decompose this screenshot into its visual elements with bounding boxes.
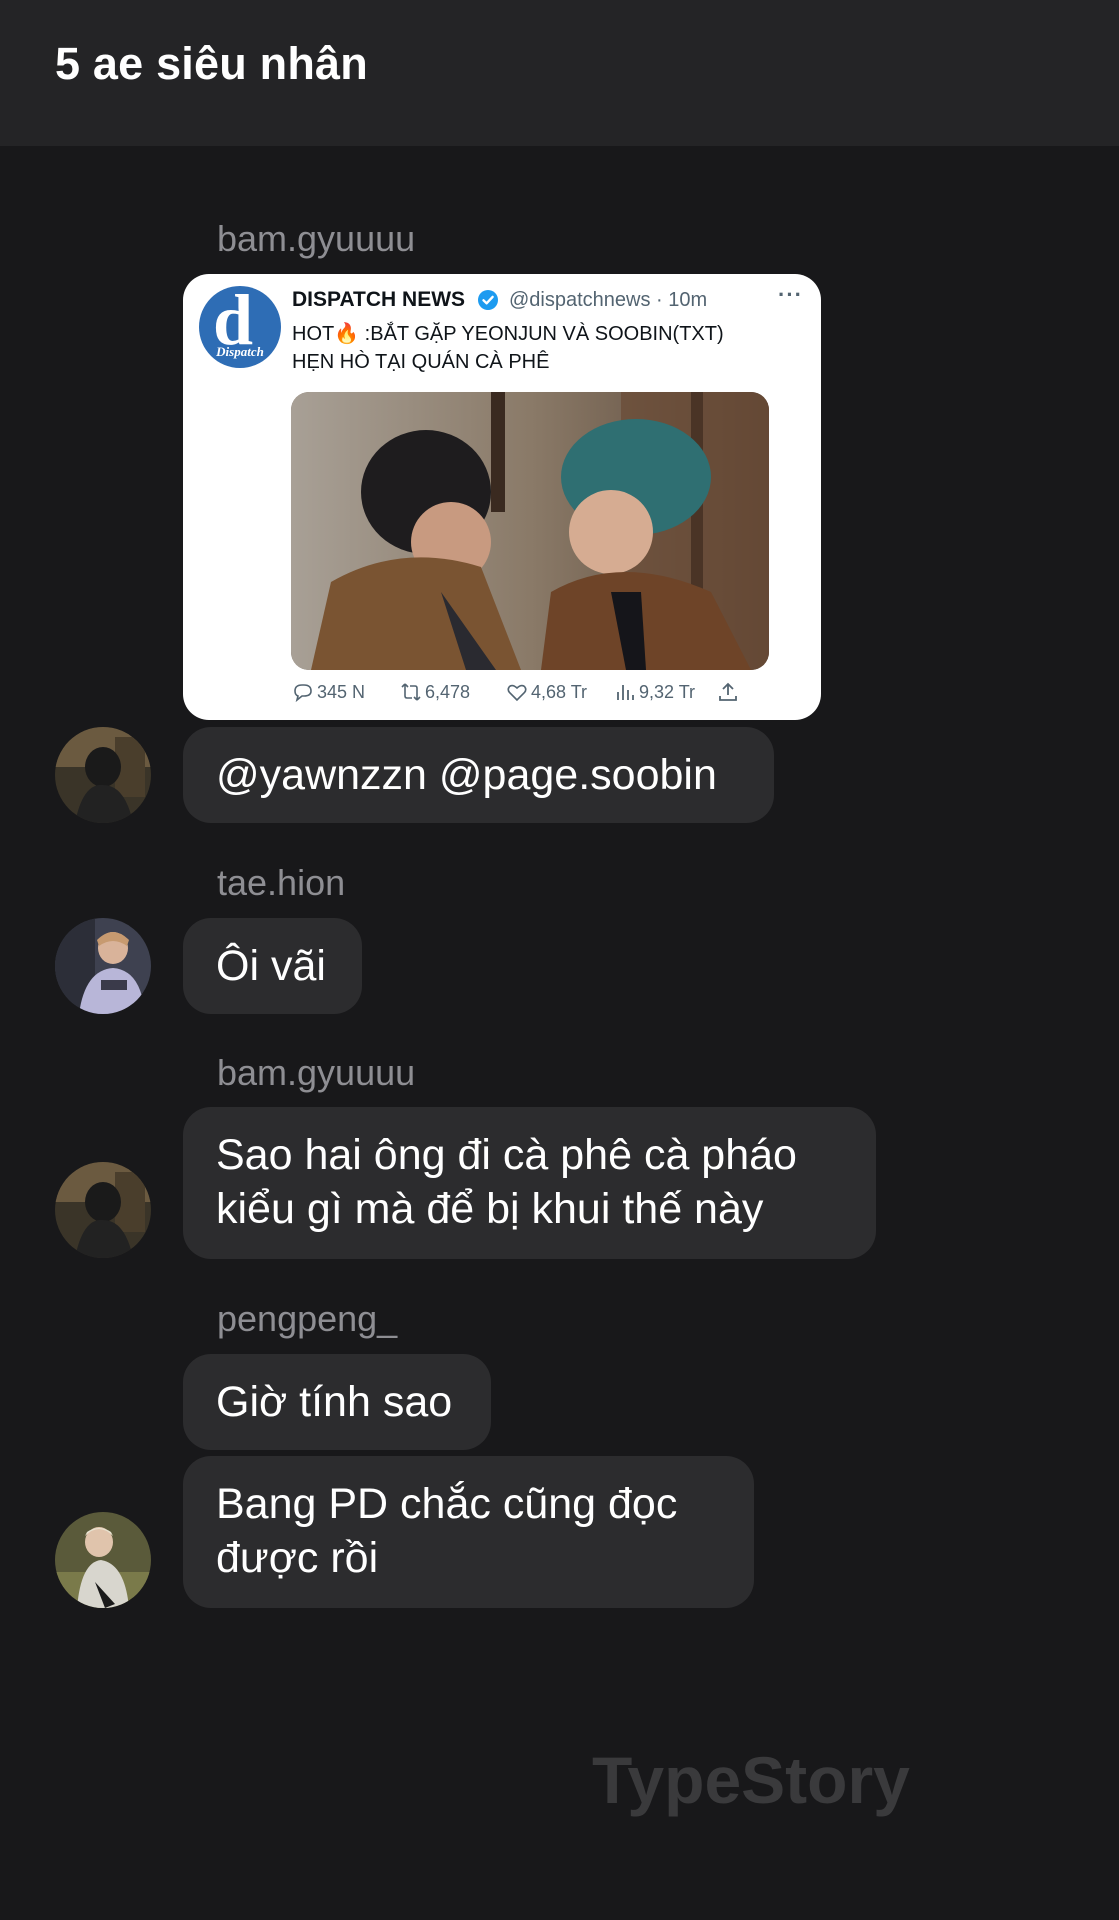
avatar[interactable] xyxy=(55,918,151,1014)
sender-name: tae.hion xyxy=(217,862,346,903)
message-bubble[interactable]: Giờ tính sao xyxy=(183,1354,491,1450)
message-bubble[interactable]: @yawnzzn @page.soobin xyxy=(183,727,774,823)
avatar[interactable] xyxy=(55,1162,151,1258)
dispatch-logo: d Dispatch xyxy=(199,286,281,368)
reply-icon xyxy=(294,684,312,703)
shared-tweet-card[interactable]: d Dispatch DISPATCH NEWS @dispatchnews ·… xyxy=(183,274,821,720)
avatar[interactable] xyxy=(55,727,151,823)
message-bubble[interactable]: Ôi vãi xyxy=(183,918,362,1014)
chat-header: 5 ae siêu nhân xyxy=(0,0,1119,146)
avatar[interactable] xyxy=(55,1512,151,1608)
more-options-icon[interactable]: ··· xyxy=(778,282,803,308)
tweet-actions: 345 N 6,478 4,68 Tr 9,32 Tr xyxy=(291,680,791,708)
views-action[interactable]: 9,32 Tr xyxy=(613,680,695,704)
chat-title[interactable]: 5 ae siêu nhân xyxy=(55,38,368,90)
message-bubble[interactable]: Bang PD chắc cũng đọc được rồi xyxy=(183,1456,754,1608)
tweet-text: HOT🔥 :BẮT GẶP YEONJUN VÀ SOOBIN(TXT) HẸN… xyxy=(292,323,724,373)
reply-action[interactable]: 345 N xyxy=(291,680,365,704)
message-bubble[interactable]: Sao hai ông đi cà phê cà pháo kiểu gì mà… xyxy=(183,1107,876,1259)
sender-name: pengpeng_ xyxy=(217,1298,398,1339)
verified-badge-icon xyxy=(478,290,498,310)
share-icon xyxy=(719,682,737,701)
share-action[interactable] xyxy=(716,680,742,704)
like-action[interactable]: 4,68 Tr xyxy=(505,680,587,704)
tweet-photo[interactable] xyxy=(291,392,769,670)
typestory-watermark: TypeStory xyxy=(592,1743,910,1817)
views-icon xyxy=(617,685,634,700)
retweet-icon xyxy=(401,683,421,701)
heart-icon xyxy=(507,684,527,702)
tweet-handle-time: @dispatchnews · 10m xyxy=(509,289,708,311)
tweet-author-name: DISPATCH NEWS xyxy=(292,288,466,311)
sender-name: bam.gyuuuu xyxy=(217,218,416,259)
retweet-action[interactable]: 6,478 xyxy=(399,680,470,704)
sender-name: bam.gyuuuu xyxy=(217,1052,416,1093)
